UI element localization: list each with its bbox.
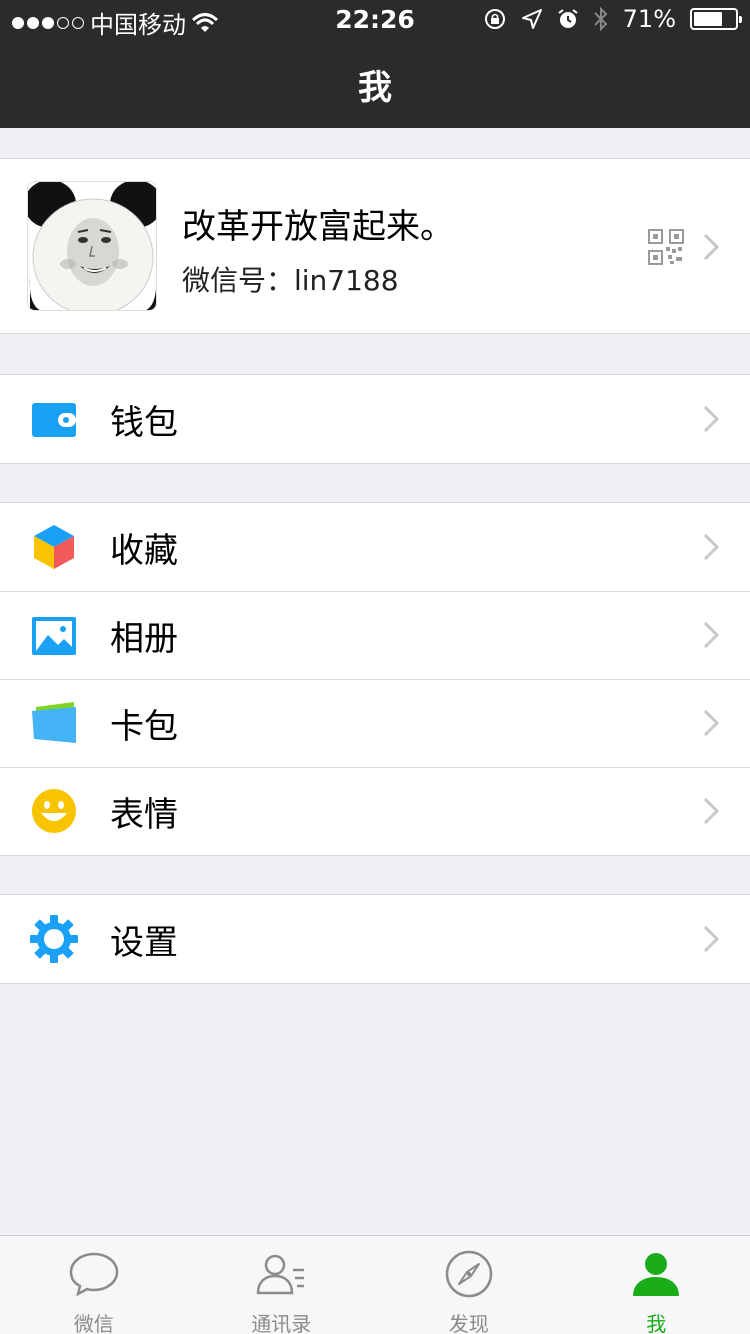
contacts-icon — [256, 1254, 305, 1295]
rotation-lock-icon — [484, 9, 505, 29]
chevron-right-icon — [703, 925, 720, 953]
status-bar: 中国移动 22:26 71% — [0, 0, 750, 40]
tab-label: 我 — [646, 1312, 667, 1334]
tab-label: 微信 — [73, 1312, 114, 1334]
status-icons: 71% — [483, 5, 742, 33]
wechat-id: 微信号：lin7188 — [182, 264, 399, 297]
menu-label-wallet: 钱包 — [110, 402, 178, 443]
menu-item-album[interactable]: 相册 — [0, 591, 750, 679]
settings-group: 设置 — [0, 894, 750, 984]
menu-item-stickers[interactable]: 表情 — [0, 767, 750, 855]
menu-label-stickers: 表情 — [110, 794, 178, 835]
chevron-right-icon — [703, 233, 720, 261]
menu-label-favorites: 收藏 — [110, 530, 178, 571]
compass-icon — [445, 1250, 492, 1298]
menu-item-favorites[interactable]: 收藏 — [0, 503, 750, 591]
profile-name: 改革开放富起来。 — [182, 207, 454, 247]
tab-contacts[interactable]: 通讯录 — [188, 1236, 376, 1334]
photo-icon — [32, 617, 76, 655]
cube-icon — [34, 525, 74, 569]
page-title: 我 — [358, 67, 392, 108]
tab-chats[interactable]: 微信 — [0, 1236, 188, 1334]
wallet-icon — [32, 403, 76, 437]
chevron-right-icon — [703, 797, 720, 825]
battery-percent: 71% — [622, 5, 676, 33]
battery-fill — [694, 12, 723, 26]
bluetooth-icon — [593, 6, 608, 32]
location-icon — [521, 9, 542, 29]
panda-meme-avatar — [28, 182, 156, 310]
smiley-icon — [32, 789, 76, 833]
tab-bar: 微信 通讯录 发现 我 — [0, 1235, 750, 1334]
chat-bubble-icon — [69, 1252, 119, 1297]
menu-label-album: 相册 — [110, 618, 178, 659]
chevron-right-icon — [703, 405, 720, 433]
menu-item-settings[interactable]: 设置 — [0, 895, 750, 983]
menu-item-wallet[interactable]: 钱包 — [0, 375, 750, 463]
menu-label-cards: 卡包 — [110, 706, 178, 747]
tab-me[interactable]: 我 — [563, 1236, 750, 1334]
menu-label-settings: 设置 — [110, 922, 178, 963]
tab-label: 通讯录 — [251, 1312, 312, 1334]
chevron-right-icon — [703, 621, 720, 649]
profile-card[interactable]: 改革开放富起来。 微信号：lin7188 — [0, 158, 750, 334]
tab-label: 发现 — [448, 1312, 489, 1334]
alarm-icon — [558, 9, 578, 28]
wallet-group: 钱包 — [0, 374, 750, 464]
avatar[interactable] — [27, 181, 157, 311]
content-group: 收藏 相册 卡包 表情 — [0, 502, 750, 856]
qrcode-icon[interactable] — [648, 229, 684, 265]
menu-item-cards[interactable]: 卡包 — [0, 679, 750, 767]
card-icon — [32, 702, 76, 743]
navigation-bar: 我 — [0, 40, 750, 128]
tab-discover[interactable]: 发现 — [375, 1236, 563, 1334]
chevron-right-icon — [703, 533, 720, 561]
gear-icon — [30, 915, 78, 963]
chevron-right-icon — [703, 709, 720, 737]
battery-icon — [690, 8, 742, 30]
person-icon — [633, 1253, 680, 1296]
